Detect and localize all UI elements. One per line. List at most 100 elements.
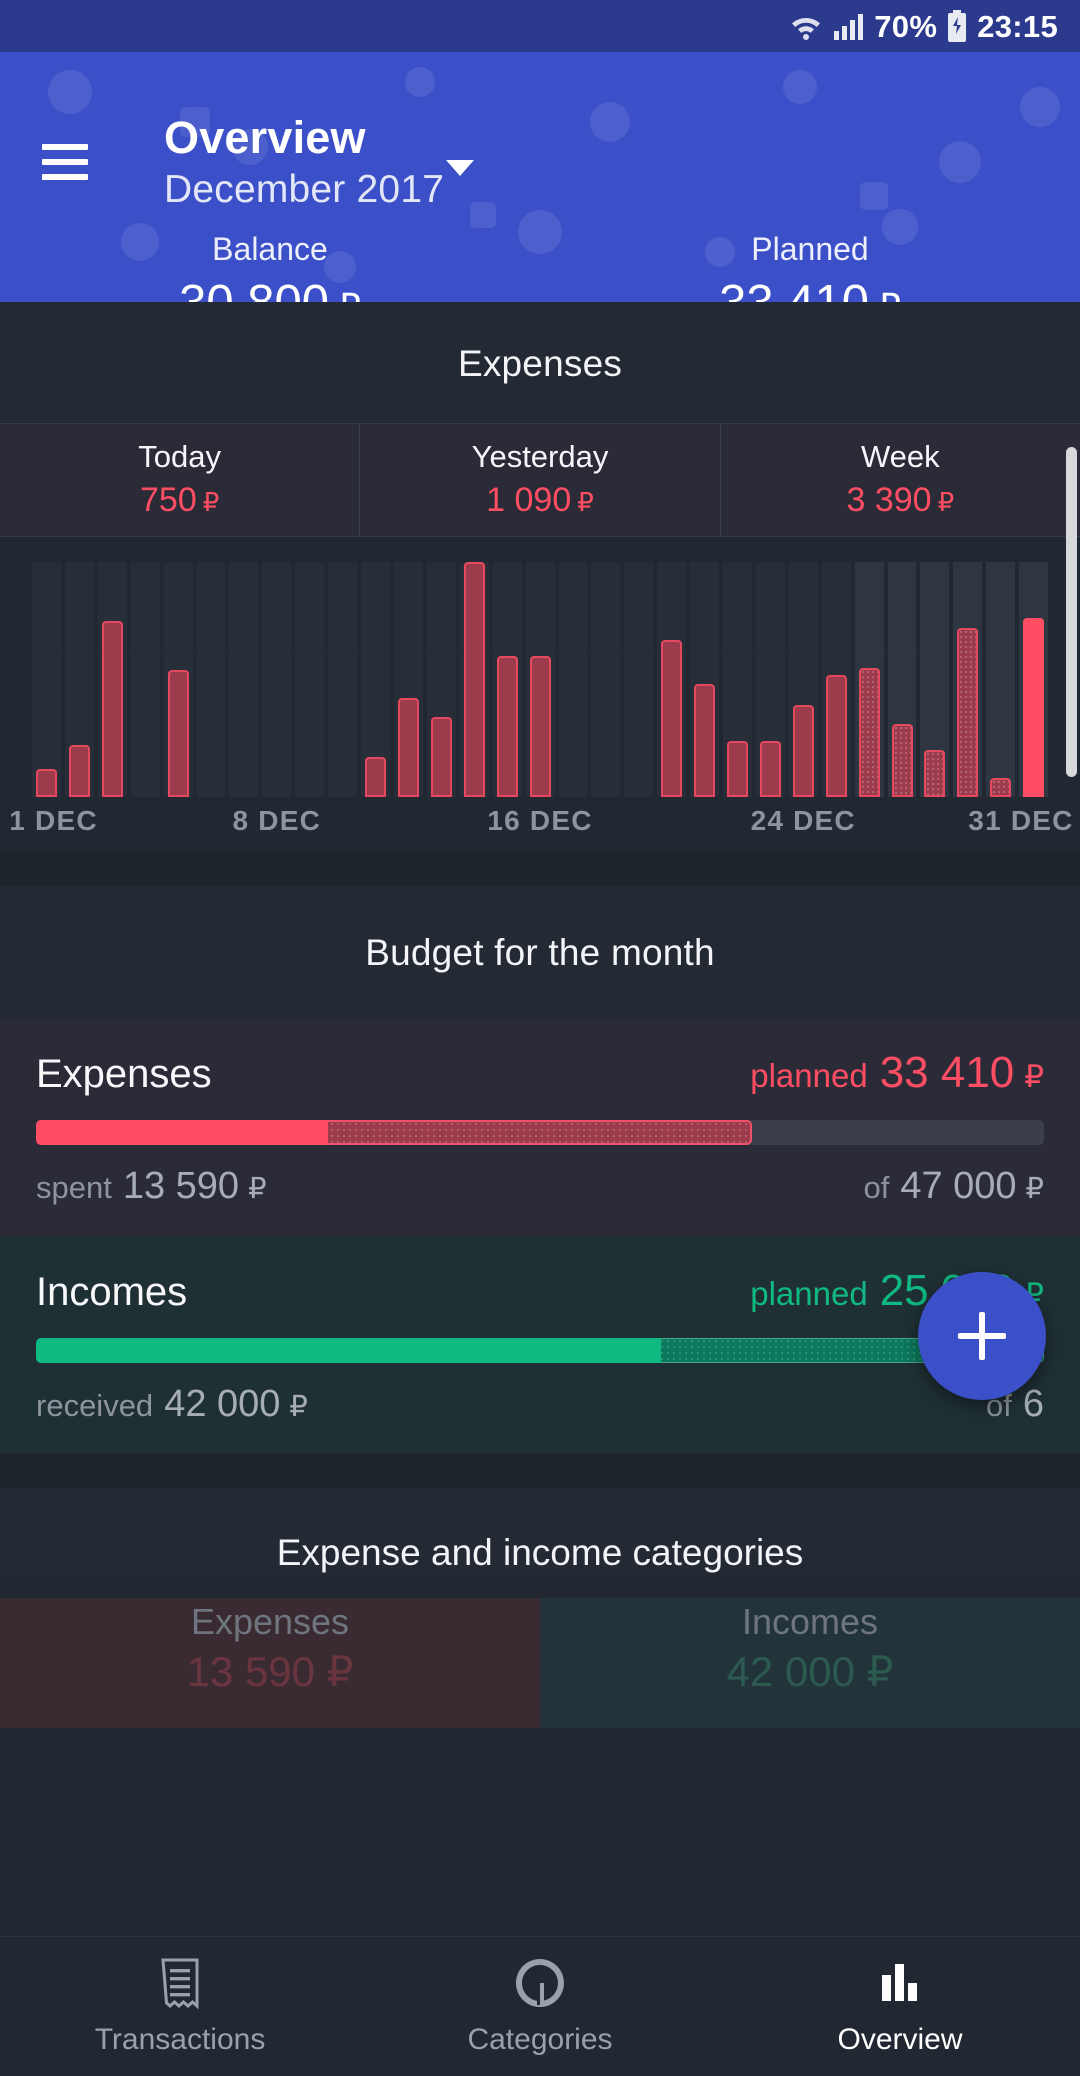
- chart-bar-column[interactable]: [227, 537, 260, 797]
- chart-bar-column[interactable]: [293, 537, 326, 797]
- chart-bar: [694, 684, 715, 797]
- chart-scrollbar-thumb[interactable]: [1066, 447, 1077, 777]
- chart-bar-column[interactable]: [951, 537, 984, 797]
- categories-title: Expense and income categories: [0, 1532, 1080, 1574]
- stat-yesterday[interactable]: Yesterday 1 090₽: [359, 424, 719, 536]
- budget-incomes-total-value: 6: [1023, 1383, 1044, 1425]
- stat-today-value: 750₽: [140, 481, 219, 520]
- chart-bar-column[interactable]: [1017, 537, 1050, 797]
- stat-yesterday-label: Yesterday: [472, 440, 609, 474]
- nav-item-overview-label: Overview: [837, 2023, 962, 2057]
- total-balance: Balance 30 800₽: [0, 232, 540, 302]
- chart-bar-column[interactable]: [524, 537, 557, 797]
- chart-bar-column[interactable]: [820, 537, 853, 797]
- chart-bar-column[interactable]: [30, 537, 63, 797]
- chart-bar: [990, 778, 1011, 797]
- total-planned-label: Planned: [540, 232, 1080, 267]
- nav-item-overview[interactable]: Overview: [720, 1937, 1080, 2076]
- budget-expenses-total: of47 000₽: [863, 1165, 1044, 1208]
- chart-bar-column[interactable]: [260, 537, 293, 797]
- totals-row: Balance 30 800₽ Planned 33 410₽: [0, 232, 1080, 302]
- budget-incomes-received: received42 000₽: [36, 1383, 308, 1426]
- budget-expenses-total-label: of: [863, 1170, 889, 1205]
- week-amount: 3 390: [847, 481, 932, 519]
- chart-bar-column[interactable]: [195, 537, 228, 797]
- appbar-title-group[interactable]: Overview December 2017: [164, 114, 444, 213]
- chart-plot-area: [30, 537, 1050, 797]
- expenses-bar-chart[interactable]: 1 DEC8 DEC16 DEC24 DEC31 DEC: [0, 537, 1080, 852]
- chart-bar-column[interactable]: [425, 537, 458, 797]
- chart-bar-column[interactable]: [491, 537, 524, 797]
- today-currency: ₽: [203, 487, 220, 517]
- category-preview-expenses[interactable]: Expenses 13 590 ₽: [0, 1598, 540, 1728]
- chart-bar-column[interactable]: [96, 537, 129, 797]
- chart-bar-column[interactable]: [458, 537, 491, 797]
- chart-column-background: [131, 562, 160, 797]
- chart-column-background: [229, 562, 258, 797]
- chart-bar: [957, 628, 978, 797]
- chart-bar: [431, 717, 452, 797]
- budget-expenses-progress-track: [36, 1120, 1044, 1145]
- chart-bar: [36, 769, 57, 797]
- stat-today[interactable]: Today 750₽: [0, 424, 359, 536]
- total-balance-label: Balance: [0, 232, 540, 267]
- planned-amount: 33 410: [719, 276, 869, 302]
- chart-bar-column[interactable]: [787, 537, 820, 797]
- nav-item-transactions[interactable]: Transactions: [0, 1937, 360, 2076]
- wifi-icon: [788, 11, 824, 41]
- chart-x-tick-label: 31 DEC: [968, 805, 1073, 837]
- chart-x-tick-label: 1 DEC: [9, 805, 97, 837]
- nav-item-categories[interactable]: Categories: [360, 1937, 720, 2076]
- chart-bar-column[interactable]: [557, 537, 590, 797]
- budget-section-header: Budget for the month: [0, 886, 1080, 1018]
- total-planned: Planned 33 410₽: [540, 232, 1080, 302]
- chart-bar-column[interactable]: [392, 537, 425, 797]
- chart-bar-column[interactable]: [129, 537, 162, 797]
- chart-bar-column[interactable]: [326, 537, 359, 797]
- chart-bar: [464, 562, 485, 797]
- chart-bar: [924, 750, 945, 797]
- chart-bar-column[interactable]: [984, 537, 1017, 797]
- budget-incomes-name: Incomes: [36, 1270, 187, 1315]
- budget-expenses-planned: planned33 410₽: [750, 1048, 1044, 1098]
- chart-x-tick-label: 16 DEC: [487, 805, 592, 837]
- chart-bar-column[interactable]: [754, 537, 787, 797]
- budget-expenses-spent-segment: [36, 1120, 328, 1145]
- chart-bar-column[interactable]: [655, 537, 688, 797]
- budget-expenses-total-currency: ₽: [1026, 1173, 1044, 1205]
- add-transaction-fab[interactable]: [918, 1272, 1046, 1400]
- chart-column-background: [328, 562, 357, 797]
- chart-bar: [398, 698, 419, 797]
- content-scroll-area[interactable]: Expenses Today 750₽ Yesterday 1 090₽ Wee…: [0, 302, 1080, 2076]
- chart-bar-column[interactable]: [918, 537, 951, 797]
- category-preview-expenses-amount: 13 590 ₽: [0, 1647, 540, 1696]
- chart-bar-column[interactable]: [359, 537, 392, 797]
- chart-bar-column[interactable]: [63, 537, 96, 797]
- budget-incomes-received-currency: ₽: [289, 1391, 307, 1423]
- total-planned-value: 33 410₽: [540, 273, 1080, 302]
- chart-bar-column[interactable]: [688, 537, 721, 797]
- stat-week[interactable]: Week 3 390₽: [720, 424, 1080, 536]
- chart-bar-column[interactable]: [589, 537, 622, 797]
- chart-column-background: [624, 562, 653, 797]
- chart-bar: [892, 724, 913, 797]
- stat-today-label: Today: [138, 440, 221, 474]
- chart-bar-column[interactable]: [853, 537, 886, 797]
- hamburger-menu-icon[interactable]: [42, 144, 88, 180]
- budget-incomes-received-segment: [36, 1338, 661, 1363]
- expense-stats-row: Today 750₽ Yesterday 1 090₽ Week 3 390₽: [0, 423, 1080, 537]
- chart-bar-column[interactable]: [721, 537, 754, 797]
- budget-row-expenses[interactable]: Expenses planned33 410₽ spent13 590₽ of4…: [0, 1018, 1080, 1236]
- caret-down-icon[interactable]: [446, 160, 474, 176]
- total-balance-value: 30 800₽: [0, 273, 540, 302]
- chart-column-background: [295, 562, 324, 797]
- chart-bar-column[interactable]: [886, 537, 919, 797]
- chart-bar: [530, 656, 551, 797]
- stat-week-label: Week: [861, 440, 940, 474]
- category-preview-incomes-amount: 42 000 ₽: [540, 1647, 1080, 1696]
- budget-expenses-planned-currency: ₽: [1024, 1059, 1044, 1094]
- category-preview-incomes[interactable]: Incomes 42 000 ₽: [540, 1598, 1080, 1728]
- chart-bar-column[interactable]: [622, 537, 655, 797]
- chart-bar-column[interactable]: [162, 537, 195, 797]
- balance-currency: ₽: [338, 286, 361, 302]
